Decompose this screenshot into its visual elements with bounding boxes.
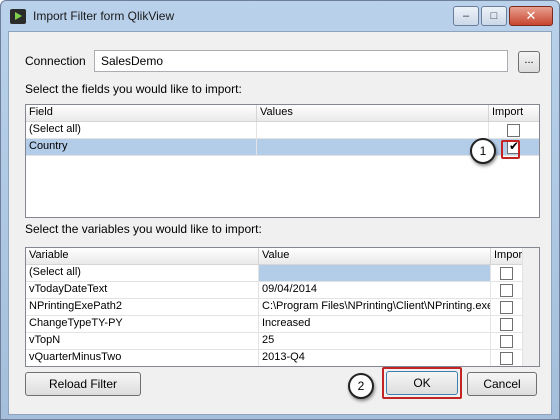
variable-name-cell: NPrintingExePath2 — [26, 299, 259, 315]
variable-value-cell[interactable] — [259, 265, 491, 281]
browse-connection-button[interactable]: ... — [518, 51, 540, 73]
field-row-select-all[interactable]: (Select all) — [26, 122, 539, 139]
qlikview-app-icon — [10, 9, 26, 24]
connection-field[interactable]: SalesDemo — [94, 50, 508, 72]
import-checkbox[interactable] — [500, 267, 513, 280]
variable-row[interactable]: NPrintingExePath2 C:\Program Files\NPrin… — [26, 299, 539, 316]
variable-row[interactable]: vTodayDateText 09/04/2014 — [26, 282, 539, 299]
field-name-cell: Country — [26, 139, 257, 155]
import-checkbox[interactable] — [500, 318, 513, 331]
variable-value-cell[interactable]: 25 — [259, 333, 491, 349]
variable-row-select-all[interactable]: (Select all) — [26, 265, 539, 282]
variable-name-cell: vQuarterMinusTwo — [26, 350, 259, 366]
variable-name-cell: vTodayDateText — [26, 282, 259, 298]
column-header-variable[interactable]: Variable — [26, 248, 259, 264]
fields-grid-header: Field Values Import — [26, 105, 539, 122]
variable-row[interactable]: vTopN 25 — [26, 333, 539, 350]
import-filter-window: Import Filter form QlikView – □ ✕ Connec… — [0, 0, 560, 420]
variable-name-cell: vTopN — [26, 333, 259, 349]
variable-name-cell: ChangeTypeTY-PY — [26, 316, 259, 332]
dialog-body: Connection SalesDemo ... Select the fiel… — [8, 31, 552, 415]
column-header-field[interactable]: Field — [26, 105, 257, 121]
variable-value-cell[interactable]: 09/04/2014 — [259, 282, 491, 298]
variables-grid-header: Variable Value Import — [26, 248, 539, 265]
variable-row[interactable]: vQuarterMinusTwo 2013-Q4 — [26, 350, 539, 366]
close-button[interactable]: ✕ — [509, 6, 553, 26]
variable-value-cell[interactable]: Increased — [259, 316, 491, 332]
callout-2: 2 — [348, 373, 374, 399]
field-name-cell: (Select all) — [26, 122, 257, 138]
variables-grid: Variable Value Import (Select all) vToda… — [25, 247, 540, 367]
field-values-cell[interactable] — [257, 122, 489, 138]
import-checkbox[interactable] — [500, 301, 513, 314]
import-checkbox[interactable] — [500, 284, 513, 297]
fields-grid: Field Values Import (Select all) Country — [25, 104, 540, 218]
variable-name-cell: (Select all) — [26, 265, 259, 281]
field-row-country[interactable]: Country — [26, 139, 539, 156]
cancel-button[interactable]: Cancel — [467, 372, 537, 396]
callout-1: 1 — [470, 138, 496, 164]
window-title: Import Filter form QlikView — [33, 9, 175, 23]
field-values-cell[interactable] — [257, 139, 489, 155]
import-checkbox[interactable] — [500, 335, 513, 348]
import-checkbox[interactable] — [507, 124, 520, 137]
variables-scrollbar[interactable] — [522, 248, 539, 366]
ok-button[interactable]: OK — [386, 371, 458, 395]
reload-filter-button[interactable]: Reload Filter — [25, 372, 141, 396]
variable-value-cell[interactable]: C:\Program Files\NPrinting\Client\NPrint… — [259, 299, 491, 315]
column-header-import[interactable]: Import — [491, 248, 524, 264]
minimize-button[interactable]: – — [453, 6, 479, 26]
variable-row[interactable]: ChangeTypeTY-PY Increased — [26, 316, 539, 333]
connection-label: Connection — [25, 54, 86, 68]
maximize-button[interactable]: □ — [481, 6, 507, 26]
column-header-value[interactable]: Value — [259, 248, 491, 264]
variable-value-cell[interactable]: 2013-Q4 — [259, 350, 491, 366]
fields-prompt: Select the fields you would like to impo… — [25, 82, 242, 96]
checkbox-highlight-box — [501, 140, 520, 159]
column-header-import[interactable]: Import — [489, 105, 539, 121]
column-header-values[interactable]: Values — [257, 105, 489, 121]
import-checkbox[interactable] — [500, 352, 513, 365]
variables-prompt: Select the variables you would like to i… — [25, 222, 262, 236]
title-bar[interactable]: Import Filter form QlikView – □ ✕ — [1, 1, 559, 31]
